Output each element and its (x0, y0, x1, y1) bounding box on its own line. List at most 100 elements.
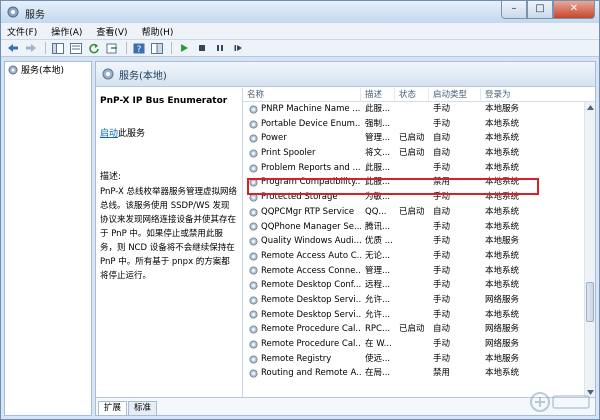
service-startup-cell: 手动 (433, 265, 451, 276)
toolbar-separator (45, 42, 46, 54)
export-icon (106, 43, 117, 53)
console-tree-icon (51, 42, 64, 54)
service-name-cell: Print Spooler (243, 146, 361, 161)
start-service-line: 启动此服务 (100, 126, 237, 139)
restart-service-button[interactable] (230, 42, 245, 55)
service-status-cell: 已启动 (399, 206, 425, 217)
main-header: 服务(本地) (96, 62, 595, 87)
help-button[interactable]: ? (131, 42, 146, 55)
service-logon-cell: 本地系统 (485, 133, 520, 144)
service-name-cell: Remote Registry (243, 352, 361, 367)
menu-action[interactable]: 操作(A) (51, 25, 82, 38)
service-row[interactable]: QQPhone Manager Se... 腾讯... 手动 本地系统 (243, 220, 595, 235)
start-service-suffix: 此服务 (118, 129, 146, 139)
service-row[interactable]: Remote Desktop Servi... 允许... 手动 网络服务 (243, 293, 595, 308)
forward-arrow-icon (25, 44, 36, 52)
service-description-cell: 远程... (365, 280, 391, 291)
column-header-description[interactable]: 描述 (361, 88, 395, 101)
tree-item-label: 服务(本地) (21, 66, 65, 76)
service-gear-icon (249, 237, 258, 246)
content-area: 服务(本地) 服务(本地) PnP-X IP Bus Enumerator 启动… (1, 58, 599, 419)
play-icon (180, 44, 188, 52)
properties-button[interactable] (68, 42, 83, 55)
tree-item-services-local[interactable]: 服务(本地) (5, 62, 91, 77)
service-name-cell: Remote Procedure Cal... (243, 337, 361, 352)
service-startup-cell: 手动 (433, 104, 451, 114)
refresh-button[interactable] (86, 42, 101, 55)
service-name-cell: PNRP Machine Name ... (243, 102, 361, 117)
description-label: 描述: (100, 172, 122, 182)
service-row[interactable]: Remote Desktop Servi... 允许... 手动 本地系统 (243, 308, 595, 323)
show-hide-icon (150, 42, 163, 54)
pause-service-button[interactable] (212, 42, 227, 55)
start-service-link[interactable]: 启动 (100, 129, 118, 139)
services-gear-icon (7, 6, 19, 18)
tab-standard[interactable]: 标准 (128, 401, 158, 415)
start-service-button[interactable] (176, 42, 191, 55)
minimize-button[interactable]: – (501, 1, 527, 19)
forward-button[interactable] (23, 42, 38, 55)
service-name-cell: Portable Device Enum... (243, 117, 361, 132)
export-button[interactable] (104, 42, 119, 55)
column-header-logon[interactable]: 登录为 (481, 88, 537, 101)
services-gear-icon (8, 65, 18, 74)
service-row[interactable]: Remote Procedure Cal... RPC... 已启动 自动 网络服务 (243, 322, 595, 337)
tab-extended[interactable]: 扩展 (98, 401, 128, 415)
service-name: Print Spooler (261, 148, 316, 159)
service-row[interactable]: PNRP Machine Name ... 此服... 手动 本地服务 (243, 102, 595, 117)
title-bar[interactable]: 服务 – □ ✕ (1, 1, 599, 23)
service-name-cell: Routing and Remote A... (243, 366, 361, 381)
service-startup-cell: 手动 (433, 118, 451, 129)
show-hide-button[interactable] (149, 42, 164, 55)
column-header-status[interactable]: 状态 (395, 88, 429, 101)
service-row[interactable]: Remote Registry 使远... 手动 本地服务 (243, 352, 595, 367)
service-startup-cell: 手动 (433, 221, 451, 232)
maximize-icon: □ (535, 3, 545, 14)
maximize-button[interactable]: □ (527, 1, 553, 19)
service-name: QQPhone Manager Se... (261, 221, 361, 232)
menu-bar: 文件(F) 操作(A) 查看(V) 帮助(H) (1, 23, 599, 40)
service-name-cell: Problem Reports and ... (243, 161, 361, 176)
service-row[interactable]: Portable Device Enum... 强制... 手动 本地系统 (243, 117, 595, 132)
service-row[interactable]: Routing and Remote A... 在局... 禁用 本地系统 (243, 366, 595, 381)
service-name: Routing and Remote A... (261, 368, 361, 379)
column-header-name[interactable]: 名称 (243, 88, 361, 101)
service-startup-cell: 自动 (433, 206, 451, 217)
services-list: 名称 描述 状态 启动类型 登录为 PNRP Machine Name ... 此… (242, 88, 595, 397)
service-startup-cell: 自动 (433, 148, 451, 159)
service-row[interactable]: Remote Access Conne... 管理... 手动 本地系统 (243, 264, 595, 279)
scroll-up-button[interactable] (585, 102, 595, 112)
service-row[interactable]: Remote Procedure Cal... 在 W... 手动 网络服务 (243, 337, 595, 352)
service-row[interactable]: Remote Access Auto C... 无论... 手动 本地系统 (243, 249, 595, 264)
column-header-startup-type[interactable]: 启动类型 (429, 88, 481, 101)
back-button[interactable] (5, 42, 20, 55)
service-name: Remote Procedure Cal... (261, 339, 361, 349)
service-status-cell: 已启动 (399, 148, 425, 159)
menu-view[interactable]: 查看(V) (96, 25, 127, 38)
toolbar-separator (126, 42, 127, 54)
service-logon-cell: 本地服务 (485, 353, 520, 364)
pause-icon (216, 45, 223, 51)
restart-icon (234, 45, 242, 51)
menu-file[interactable]: 文件(F) (7, 25, 37, 38)
service-row[interactable]: Quality Windows Audi... 优质 ... 手动 本地服务 (243, 234, 595, 249)
service-row[interactable]: Problem Reports and ... 此服... 手动 本地系统 (243, 161, 595, 176)
list-header: 名称 描述 状态 启动类型 登录为 (243, 88, 595, 102)
menu-help[interactable]: 帮助(H) (142, 25, 174, 38)
service-logon-cell: 网络服务 (485, 324, 520, 335)
list-rows: PNRP Machine Name ... 此服... 手动 本地服务 Portable… (243, 102, 595, 381)
console-tree-button[interactable] (50, 42, 65, 55)
service-row[interactable]: Remote Desktop Conf... 远程... 手动 本地系统 (243, 278, 595, 293)
service-row[interactable]: Print Spooler 将文... 已启动 自动 本地系统 (243, 146, 595, 161)
stop-icon (198, 45, 205, 51)
close-button[interactable]: ✕ (553, 1, 595, 19)
stop-service-button[interactable] (194, 42, 209, 55)
service-row[interactable]: QQPCMgr RTP Service QQ... 已启动 自动 本地系统 (243, 205, 595, 220)
service-name-cell: Remote Desktop Servi... (243, 308, 361, 323)
service-startup-cell: 自动 (433, 133, 451, 144)
service-logon-cell: 本地系统 (485, 148, 520, 159)
service-name-cell: Quality Windows Audi... (243, 234, 361, 249)
vertical-scrollbar[interactable] (584, 102, 595, 397)
service-row[interactable]: Power 管理... 已启动 自动 本地系统 (243, 131, 595, 146)
scrollbar-thumb[interactable] (586, 282, 594, 322)
